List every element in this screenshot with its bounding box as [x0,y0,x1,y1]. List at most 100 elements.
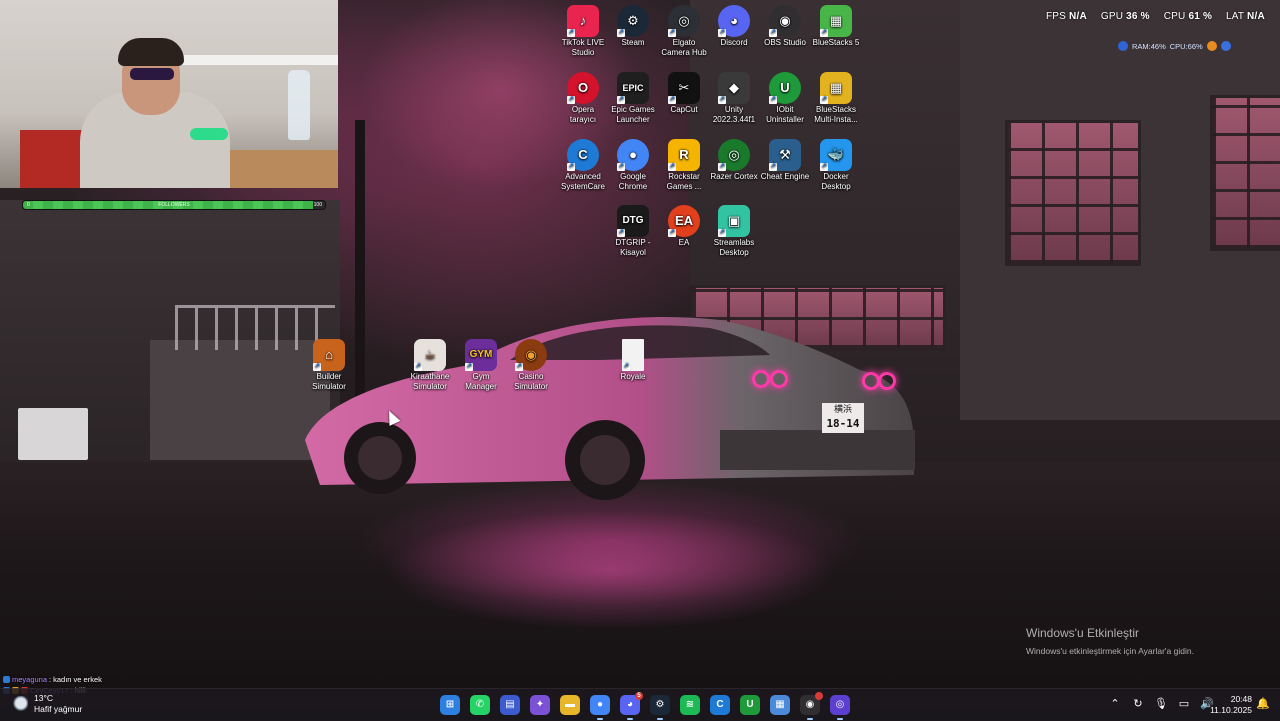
desktop-icon-kiraathane-simulator[interactable]: ☕ ↗ Kiraathane Simulator [402,339,458,391]
weather-temperature: 13°C [34,693,53,703]
copilot-icon: ✦ [535,699,545,710]
cpu-mini-readout: CPU:66% [1169,41,1203,51]
desktop-icon-ea[interactable]: EA ↗ EA [656,205,712,248]
shortcut-arrow-icon: ↗ [668,96,676,104]
desktop-icon-elgato-camera-hub[interactable]: ◎ ↗ Elgato Camera Hub [656,5,712,57]
icon-label: Opera [571,105,595,114]
desktop-icon-obs-studio[interactable]: ◉ ↗ OBS Studio [757,5,813,48]
taskbar-whatsapp[interactable]: ✆ [470,695,490,715]
desktop-icon-advanced-systemcare[interactable]: C ↗ Advanced SystemCare [555,139,611,191]
shortcut-arrow-icon: ↗ [617,163,625,171]
desktop-icon-google-chrome[interactable]: ● ↗ Google Chrome [605,139,661,191]
desktop-icon-royale[interactable]: ↗ Royale [605,339,661,382]
desktop-icon-gym-manager[interactable]: GYM ↗ Gym Manager [453,339,509,391]
shortcut-arrow-icon: ↗ [617,96,625,104]
desktop-icon-iobit-uninstaller[interactable]: U ↗ IObit Uninstaller [757,72,813,124]
blank-file-icon: ↗ [622,339,644,371]
desktop-icon-opera[interactable]: O ↗ Opera tarayıcı [555,72,611,124]
taskbar-discord[interactable]: ◕ 5 [620,692,643,720]
car-taillight [770,370,788,388]
start-button[interactable]: ⊞ [440,695,460,715]
icon-label: IObit [776,105,794,114]
desktop-icon-docker-desktop[interactable]: 🐳 ↗ Docker Desktop [808,139,864,191]
sync-icon[interactable]: ↻ [1131,697,1145,710]
icon-label: Chrome [618,181,648,191]
follower-goal-bar: 0 FOLLOWERS 100 [22,200,326,210]
taskbar-steam[interactable]: ⚙ [650,695,670,720]
icon-label: Kiraathane [410,372,450,381]
desktop-icon-rockstar-games[interactable]: R ↗ Rockstar Games ... [656,139,712,191]
icon-label: Games ... [666,181,702,191]
desktop-icon-discord[interactable]: ◕ ↗ Discord [706,5,762,48]
taskbar-spotify[interactable]: ≋ [680,695,700,715]
desktop-icon-capcut[interactable]: ✂ ↗ CapCut [656,72,712,115]
razer-cortex-icon: ◎ ↗ [718,139,750,171]
desktop-icon-bluestacks-5[interactable]: ▦ ↗ BlueStacks 5 [808,5,864,48]
obs-icon: ◉ [805,699,815,710]
icon-label: Studio [571,47,595,57]
webcam-overlay [0,0,338,188]
mini-performance-widget[interactable]: RAM:46% CPU:66% [1118,39,1231,53]
chat-text: kadın ve erkek [53,675,102,684]
icon-label: Streamlabs [713,238,755,247]
shortcut-arrow-icon: ↗ [820,96,828,104]
desktop-icon-bluestacks-multi-instance[interactable]: ▦ ↗ BlueStacks Multi-Insta... [808,72,864,124]
icon-label: Desktop [821,181,851,191]
discord-icon: ◕ [626,699,634,710]
shortcut-arrow-icon: ↗ [668,163,676,171]
system-tray: ⌃ ↻ 🎙 ▭ 🔊 [1108,697,1214,710]
elgato-icon: ◎ ↗ [668,5,700,37]
tray-overflow-chevron-up-icon[interactable]: ⌃ [1108,697,1122,710]
shortcut-arrow-icon: ↗ [718,163,726,171]
weather-condition: Hafif yağmur [34,704,83,714]
desktop-icon-cheat-engine[interactable]: ⚒ ↗ Cheat Engine [757,139,813,182]
taskbar-copilot[interactable]: ✦ [530,695,550,715]
shortcut-arrow-icon: ↗ [820,29,828,37]
discord-icon: ◕ ↗ [718,5,750,37]
desktop-icon-builder-simulator[interactable]: ⌂ ↗ Builder Simulator [301,339,357,391]
taskbar-obs[interactable]: ◉ [800,692,823,720]
desktop-icon-casino-simulator[interactable]: ◉ ↗ Casino Simulator [503,339,559,391]
desktop-icon-unity[interactable]: ◆ ↗ Unity 2022.3.44f1 [706,72,762,124]
icon-label: Simulator [514,381,548,391]
desktop-icon-dtgrip[interactable]: DTG ↗ DTGRIP - Kisayol [605,205,661,257]
cloud-rain-icon [10,696,28,712]
microphone-icon[interactable]: 🎙 [1154,697,1168,710]
icon-label: DTGRIP - [615,238,651,247]
chrome-icon: ● [596,699,604,710]
taskbar-store[interactable]: ▤ [500,695,520,715]
desktop-icon-streamlabs-desktop[interactable]: ▣ ↗ Streamlabs Desktop [706,205,762,257]
desktop-icon-razer-cortex[interactable]: ◎ ↗ Razer Cortex [706,139,762,182]
casino-chip-icon: ◉ ↗ [515,339,547,371]
taskbar-bluestacks[interactable]: ▦ [770,695,790,715]
car-license-plate: 横浜 18-14 [822,403,864,433]
desktop-icon-tiktok-live-studio[interactable]: ♪ ↗ TikTok LIVE Studio [555,5,611,57]
taskbar-iobit[interactable]: U [740,695,760,715]
shortcut-arrow-icon: ↗ [769,29,777,37]
network-icon[interactable]: ▭ [1177,697,1191,710]
icon-label: Discord [720,38,748,47]
desktop-icon-steam[interactable]: ⚙ ↗ Steam [605,5,661,48]
notification-bell-icon[interactable]: 🔔 [1256,697,1270,711]
recording-indicator [815,692,823,700]
taskbar-chrome[interactable]: ● [590,695,610,720]
shortcut-arrow-icon: ↗ [465,363,473,371]
taskbar-file-explorer[interactable]: ▬ [560,695,580,715]
icon-label: Elgato [672,38,696,47]
weather-widget[interactable]: 13°C Hafif yağmur [10,693,82,715]
plate-line-1: 横浜 [833,405,852,415]
icon-label: Casino [518,372,544,381]
shortcut-arrow-icon: ↗ [718,96,726,104]
car-taillight [878,372,896,390]
microphone [190,128,228,140]
shortcut-arrow-icon: ↗ [622,363,630,371]
taskbar-clock[interactable]: 20:48 11.10.2025 [1210,694,1252,716]
tiktok-icon: ♪ ↗ [567,5,599,37]
taskbar-advanced-systemcare[interactable]: C [710,695,730,715]
latency-readout: LAT N/A [1226,11,1265,22]
chrome-icon: ● ↗ [617,139,649,171]
taskbar-elgato[interactable]: ◎ [830,695,850,720]
shortcut-arrow-icon: ↗ [820,163,828,171]
desktop-icon-epic-games[interactable]: EPIC ↗ Epic Games Launcher [605,72,661,124]
elgato-icon: ◎ [835,699,845,710]
